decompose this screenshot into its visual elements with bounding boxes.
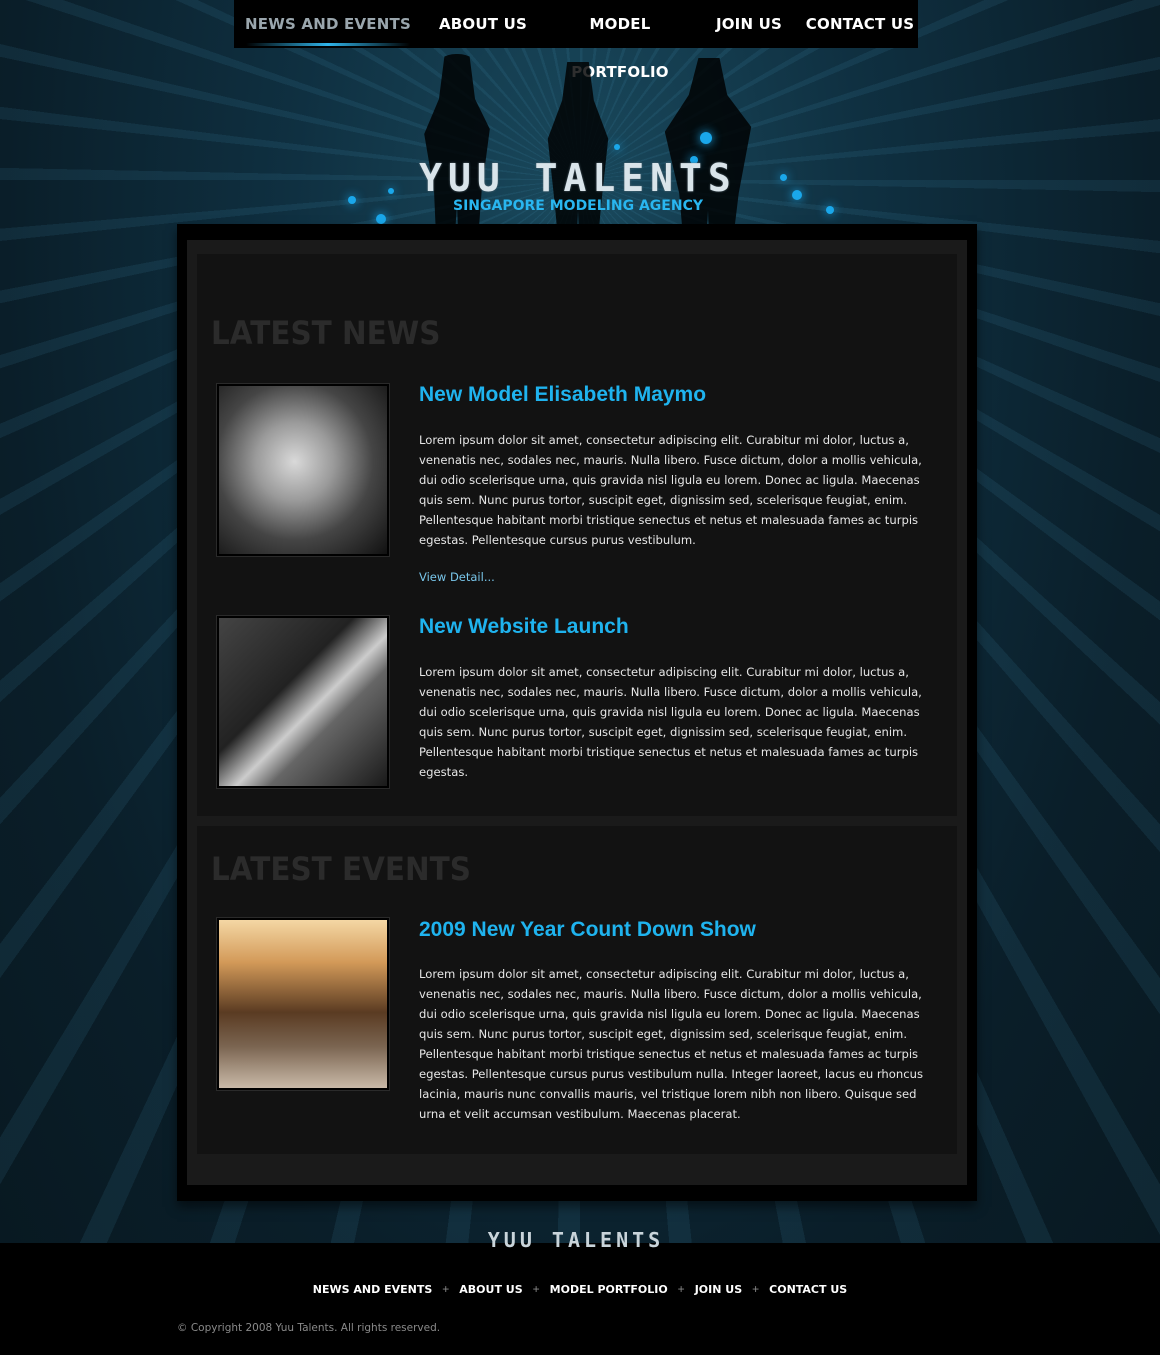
news-post-title[interactable]: New Website Launch (419, 615, 629, 639)
copyright-text: © Copyright 2008 Yuu Talents. All rights… (177, 1322, 441, 1334)
glow-dot (780, 174, 787, 181)
footer-nav-separator: + (532, 1282, 540, 1296)
news-thumbnail-model[interactable] (216, 383, 390, 557)
nav-news-and-events[interactable]: NEWS AND EVENTS (234, 0, 422, 48)
footer-nav-separator: + (442, 1282, 450, 1296)
glow-dot (826, 206, 834, 214)
latest-events-heading: LATEST EVENTS (211, 850, 471, 888)
glow-dot (700, 132, 712, 144)
event-post-body: Lorem ipsum dolor sit amet, consectetur … (419, 967, 923, 1121)
news-post-title[interactable]: New Model Elisabeth Maymo (419, 383, 706, 407)
footer-nav-contact-us[interactable]: CONTACT US (769, 1283, 847, 1296)
event-post-title[interactable]: 2009 New Year Count Down Show (419, 918, 756, 942)
view-detail-link[interactable]: View Detail... (419, 570, 495, 584)
news-thumbnail-champagne[interactable] (216, 615, 390, 789)
footer-nav-model-portfolio[interactable]: MODEL PORTFOLIO (550, 1283, 668, 1296)
event-thumbnail-party[interactable] (216, 917, 390, 1091)
footer-nav-separator: + (752, 1282, 760, 1296)
footer-logo[interactable]: YUU TALENTS (472, 1228, 680, 1252)
latest-events-section: LATEST EVENTS 2009 New Year Count Down S… (197, 826, 957, 1154)
nav-contact-us[interactable]: CONTACT US (802, 0, 918, 48)
glow-dot (614, 144, 620, 150)
latest-news-section: LATEST NEWS New Model Elisabeth Maymo Lo… (197, 254, 957, 816)
glow-dot (388, 188, 394, 194)
content-frame: LATEST NEWS New Model Elisabeth Maymo Lo… (177, 224, 977, 1201)
footer (0, 1243, 1160, 1355)
nav-model-portfolio[interactable]: MODEL PORTFOLIO (544, 0, 696, 81)
nav-about-us[interactable]: ABOUT US (422, 0, 544, 48)
nav-join-us[interactable]: JOIN US (696, 0, 802, 48)
footer-nav-separator: + (677, 1282, 685, 1296)
footer-nav-news-and-events[interactable]: NEWS AND EVENTS (313, 1283, 432, 1296)
footer-nav-join-us[interactable]: JOIN US (695, 1283, 742, 1296)
footer-nav-about-us[interactable]: ABOUT US (459, 1283, 522, 1296)
content-inner: LATEST NEWS New Model Elisabeth Maymo Lo… (187, 240, 967, 1185)
top-nav: NEWS AND EVENTS ABOUT US MODEL PORTFOLIO… (234, 0, 918, 81)
site-logo[interactable]: YUU TALENTS (398, 156, 758, 200)
news-post-body: Lorem ipsum dolor sit amet, consectetur … (419, 665, 922, 779)
glow-dot (376, 214, 386, 224)
glow-dot (792, 190, 802, 200)
glow-dot (348, 196, 356, 204)
news-post-body: Lorem ipsum dolor sit amet, consectetur … (419, 433, 922, 547)
footer-nav: NEWS AND EVENTS + ABOUT US + MODEL PORTF… (0, 1282, 1160, 1296)
site-tagline: SINGAPORE MODELING AGENCY (453, 198, 703, 214)
latest-news-heading: LATEST NEWS (211, 314, 441, 352)
